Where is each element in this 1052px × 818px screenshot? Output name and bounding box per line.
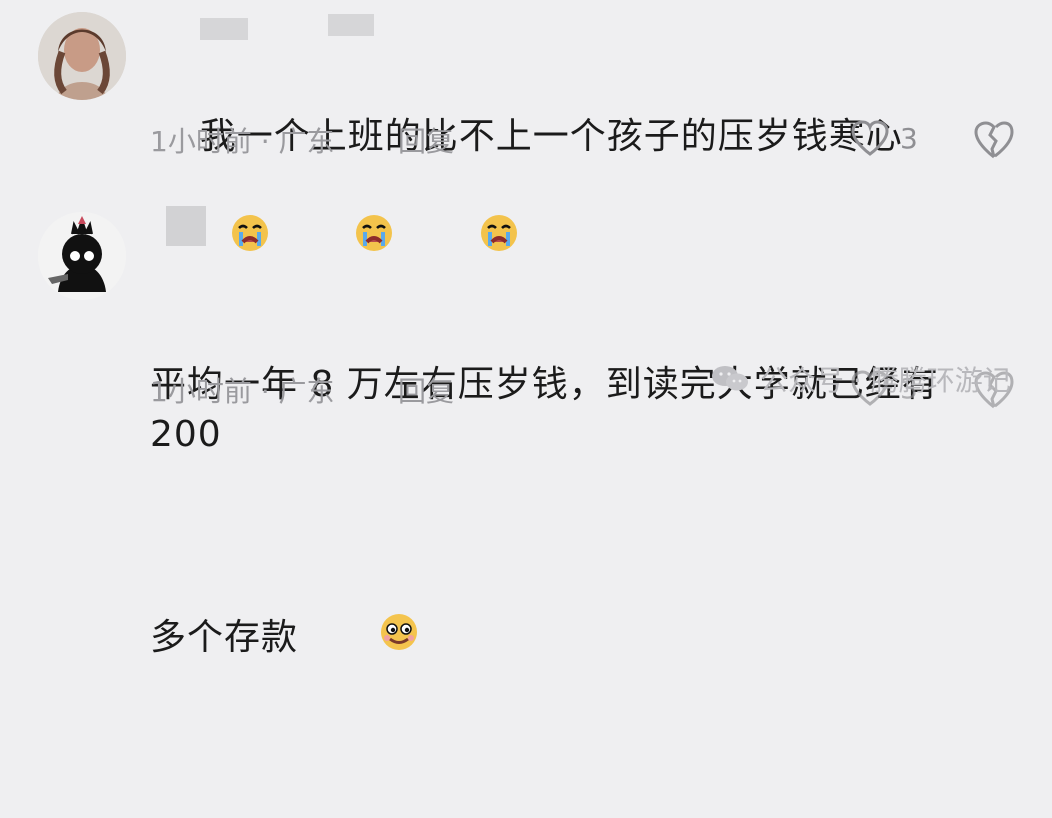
like-button[interactable]: 3 [850, 120, 918, 156]
broken-heart-icon [974, 121, 1014, 159]
username-blurred [166, 206, 206, 246]
reply-button[interactable]: 回复 [398, 120, 454, 160]
comment-meta: 1小时前 · 广东 [150, 125, 335, 158]
avatar[interactable] [38, 212, 126, 300]
username-blurred [200, 18, 248, 40]
heart-icon [851, 120, 889, 156]
avatar[interactable] [38, 12, 126, 100]
username-blurred [328, 14, 374, 36]
watermark: 公众号 · 腾腾环游记 [710, 354, 1011, 404]
wechat-icon [712, 366, 748, 391]
user-avatar-icon [38, 12, 126, 100]
reply-button[interactable]: 回复 [398, 370, 454, 410]
comment-meta: 1小时前 · 广东 [150, 375, 335, 408]
user-avatar-icon [38, 212, 126, 300]
like-count: 3 [900, 121, 918, 155]
dislike-button[interactable] [972, 120, 1016, 164]
comment-text: 平均一年 8 万左右压岁钱，到读完大学就已经有 200 多个存款 [150, 260, 1010, 818]
smile-face-icon [298, 560, 425, 718]
watermark-text: 公众号 · 腾腾环游记 [760, 364, 1011, 397]
